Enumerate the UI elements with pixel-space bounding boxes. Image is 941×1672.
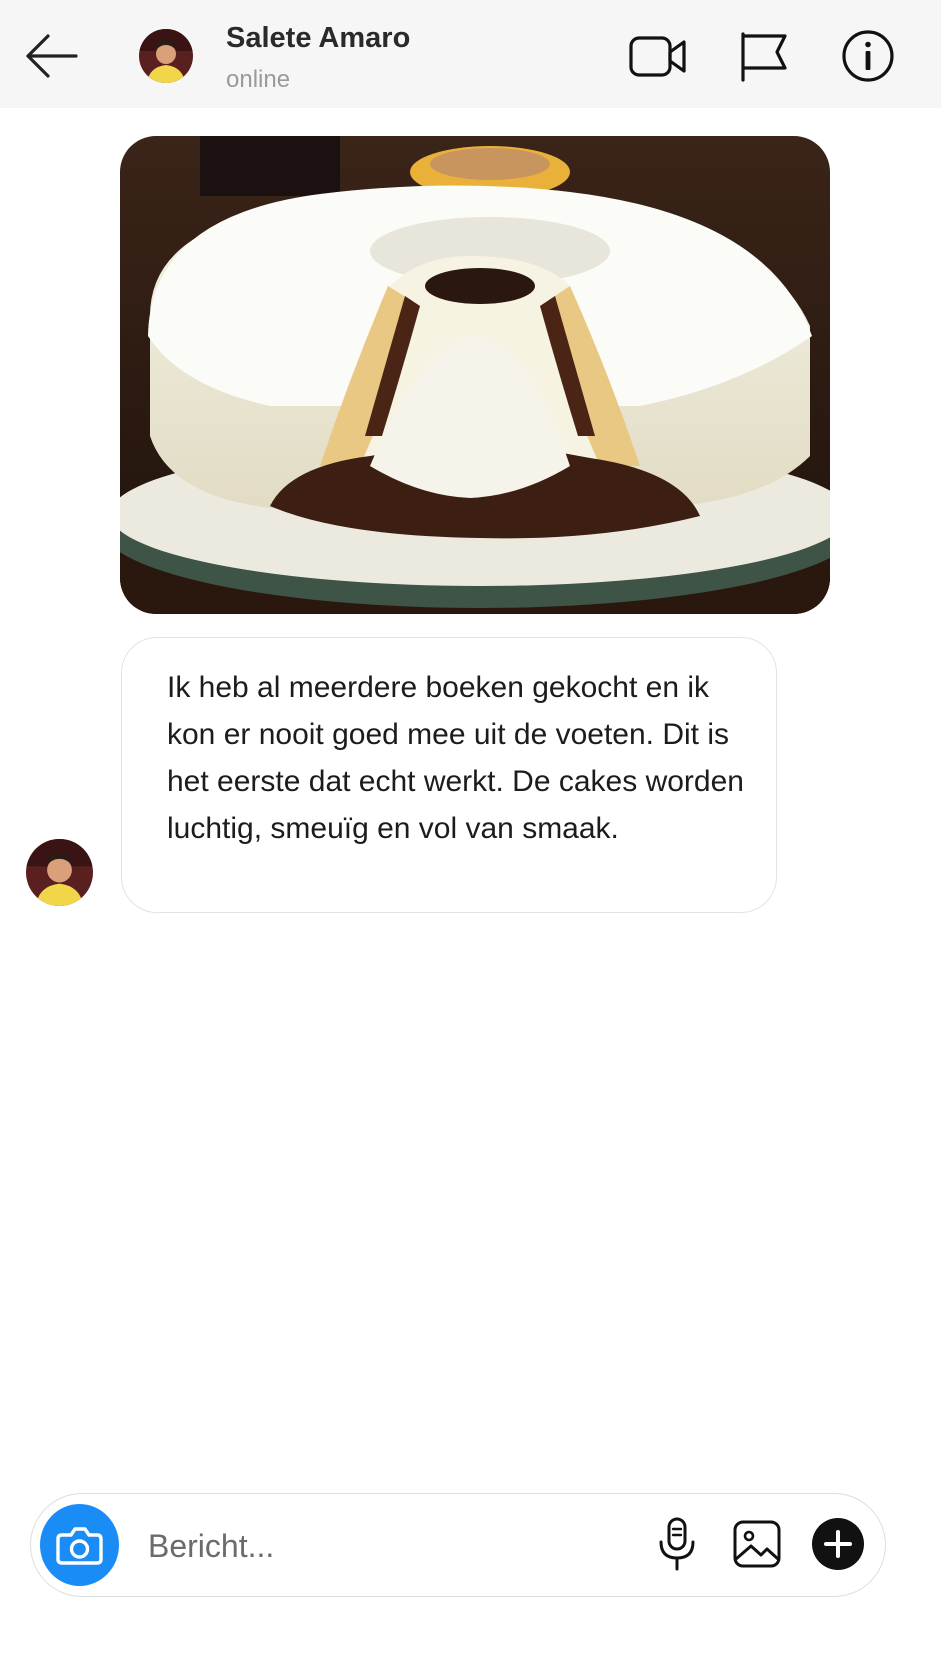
info-button[interactable] [838, 28, 898, 84]
chat-header: Salete Amaro online [0, 0, 941, 108]
camera-icon [56, 1527, 103, 1565]
contact-status: online [226, 66, 291, 93]
message-text: Ik heb al meerdere boeken gekocht en ik … [167, 671, 744, 845]
info-icon [842, 30, 894, 82]
image-message[interactable] [120, 136, 830, 614]
camera-button[interactable] [40, 1504, 119, 1586]
message-input[interactable] [146, 1522, 650, 1570]
image-icon [733, 1520, 781, 1568]
cake-photo [120, 136, 830, 614]
back-button[interactable] [22, 28, 82, 84]
report-button[interactable] [733, 28, 793, 84]
plus-icon [812, 1518, 864, 1570]
contact-avatar[interactable] [139, 29, 193, 83]
contact-name[interactable]: Salete Amaro [226, 22, 410, 55]
text-message-bubble[interactable]: Ik heb al meerdere boeken gekocht en ik … [121, 637, 777, 913]
message-composer [30, 1493, 886, 1597]
sender-avatar[interactable] [26, 839, 93, 906]
flag-icon [741, 32, 787, 82]
video-call-button[interactable] [628, 28, 688, 84]
gallery-button[interactable] [729, 1516, 785, 1572]
microphone-icon [659, 1517, 695, 1571]
arrow-left-icon [26, 34, 78, 78]
more-options-button[interactable] [810, 1516, 866, 1572]
video-camera-icon [629, 36, 686, 77]
voice-message-button[interactable] [649, 1516, 705, 1572]
